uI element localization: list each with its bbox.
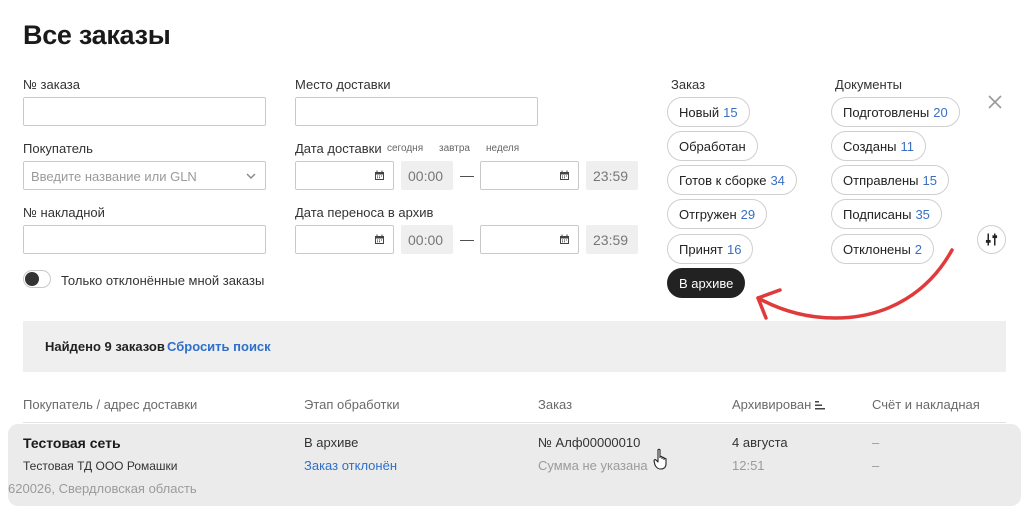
column-header-order: Заказ: [538, 397, 573, 412]
calendar-icon: [375, 170, 384, 180]
delivery-time-from-input[interactable]: 00:00: [401, 161, 453, 190]
chip-count: 35: [915, 207, 930, 222]
archive-time-from-input[interactable]: 00:00: [401, 225, 453, 254]
chip-order-processed[interactable]: Обработан: [667, 131, 758, 161]
column-header-stage: Этап обработки: [304, 397, 400, 412]
chip-label: В архиве: [679, 276, 734, 291]
invoice-label: № накладной: [23, 205, 105, 220]
table-row[interactable]: Тестовая сеть Тестовая ТД ООО Ромашки 62…: [8, 424, 1021, 506]
results-summary-bar: Найдено 9 заказов Сбросить поиск: [23, 321, 1006, 372]
chip-count: 11: [900, 139, 915, 154]
chip-label: Подписаны: [843, 207, 912, 222]
order-group-title: Заказ: [671, 77, 706, 92]
chip-order-archived[interactable]: В архиве: [667, 268, 746, 298]
chip-docs-prepared[interactable]: Подготовлены 20: [831, 97, 960, 127]
row-archived-date: 4 августа: [732, 435, 788, 450]
calendar-icon: [375, 234, 384, 244]
quick-week-link[interactable]: неделя: [486, 143, 519, 154]
delivery-date-from-input[interactable]: [295, 161, 394, 190]
row-invoice-2: –: [872, 458, 880, 473]
close-icon[interactable]: [986, 93, 1004, 111]
delivery-date-label: Дата доставки: [295, 141, 382, 156]
row-buyer-org: Тестовая ТД ООО Ромашки: [23, 459, 178, 473]
order-number-input[interactable]: [23, 97, 266, 126]
range-dash: —: [460, 167, 474, 183]
only-rejected-label: Только отклонённые мной заказы: [61, 273, 265, 288]
chevron-down-icon: [246, 173, 256, 179]
filter-settings-button[interactable]: [977, 225, 1006, 254]
chip-label: Отгружен: [679, 207, 737, 222]
calendar-icon: [560, 234, 569, 244]
delivery-place-input[interactable]: [295, 97, 538, 126]
page-title: Все заказы: [23, 20, 171, 50]
chip-label: Новый: [679, 105, 720, 120]
docs-group-title: Документы: [835, 77, 903, 92]
sliders-icon: [985, 233, 998, 246]
quick-tomorrow-link[interactable]: завтра: [439, 143, 470, 154]
chip-label: Созданы: [843, 139, 897, 154]
archive-date-label: Дата переноса в архив: [295, 205, 434, 220]
chip-docs-signed[interactable]: Подписаны 35: [831, 199, 942, 229]
chip-order-new[interactable]: Новый 15: [667, 97, 750, 127]
chip-docs-created[interactable]: Созданы 11: [831, 131, 926, 161]
chip-label: Обработан: [679, 139, 746, 154]
invoice-input[interactable]: [23, 225, 266, 254]
only-rejected-toggle[interactable]: [23, 270, 51, 288]
range-dash: —: [460, 231, 474, 247]
column-header-archived-label: Архивирован: [732, 397, 812, 412]
row-archived-time: 12:51: [732, 458, 765, 473]
row-stage-sub-link[interactable]: Заказ отклонён: [304, 458, 397, 473]
column-header-archived[interactable]: Архивирован: [732, 397, 826, 412]
buyer-placeholder: Введите название или GLN: [31, 169, 197, 184]
chip-count: 29: [740, 207, 756, 222]
archive-date-from-input[interactable]: [295, 225, 394, 254]
delivery-place-label: Место доставки: [295, 77, 391, 92]
delivery-date-to-input[interactable]: [480, 161, 579, 190]
calendar-icon: [560, 170, 569, 180]
sort-icon: [815, 401, 826, 410]
row-order-number[interactable]: № Алф00000010: [538, 435, 640, 450]
chip-docs-sent[interactable]: Отправлены 15: [831, 165, 949, 195]
chip-label: Отправлены: [843, 173, 919, 188]
quick-today-link[interactable]: сегодня: [387, 143, 423, 154]
row-order-sum: Сумма не указана: [538, 458, 648, 473]
header-divider: [23, 422, 1006, 423]
delivery-time-to-input[interactable]: 23:59: [586, 161, 638, 190]
row-invoice-1: –: [872, 435, 880, 450]
column-header-invoice: Счёт и накладная: [872, 397, 980, 412]
chip-count: 15: [723, 105, 738, 120]
row-address: 620026, Свердловская область: [8, 481, 197, 496]
buyer-label: Покупатель: [23, 141, 93, 156]
chip-count: 15: [922, 173, 937, 188]
chip-label: Готов к сборке: [679, 173, 767, 188]
chip-label: Принят: [679, 242, 724, 257]
reset-search-link[interactable]: Сбросить поиск: [167, 339, 271, 354]
found-count-text: Найдено 9 заказов: [45, 339, 165, 354]
row-buyer-name: Тестовая сеть: [23, 435, 121, 451]
row-stage: В архиве: [304, 435, 359, 450]
chip-order-ready[interactable]: Готов к сборке 34: [667, 165, 797, 195]
column-header-buyer: Покупатель / адрес доставки: [23, 397, 198, 412]
toggle-knob: [25, 272, 39, 286]
order-number-label: № заказа: [23, 77, 80, 92]
archive-time-to-input[interactable]: 23:59: [586, 225, 638, 254]
chip-order-shipped[interactable]: Отгружен 29: [667, 199, 768, 229]
hand-cursor-icon: [653, 448, 667, 470]
chip-label: Подготовлены: [843, 105, 930, 120]
chip-count: 34: [770, 173, 785, 188]
archive-date-to-input[interactable]: [480, 225, 579, 254]
chip-count: 20: [933, 105, 948, 120]
buyer-select[interactable]: Введите название или GLN: [23, 161, 266, 190]
annotation-arrow-icon: [756, 248, 954, 320]
